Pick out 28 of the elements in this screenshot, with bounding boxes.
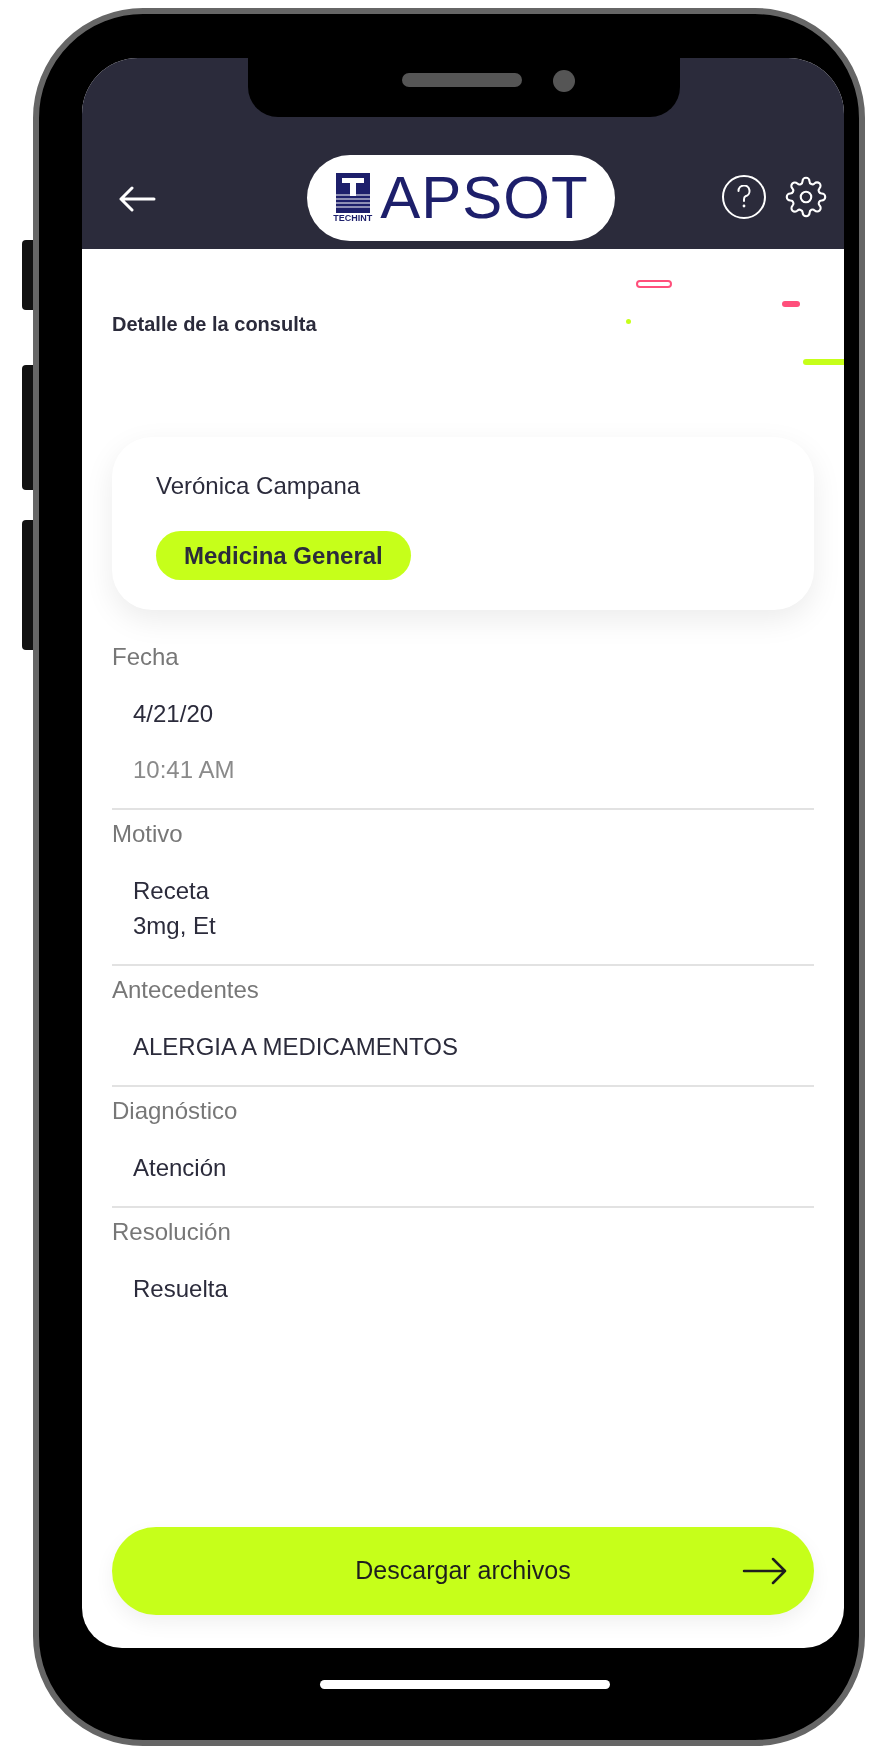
field-label: Motivo bbox=[112, 819, 184, 849]
field-label: Diagnóstico bbox=[112, 1096, 239, 1126]
field-value: Receta bbox=[133, 876, 211, 906]
field-value: 3mg, Et bbox=[133, 911, 217, 941]
field-label: Fecha bbox=[112, 642, 180, 672]
specialty-tag: Medicina General bbox=[156, 531, 411, 580]
arrow-right-icon bbox=[742, 1557, 788, 1585]
logo-text: APSOT bbox=[380, 168, 589, 228]
help-button[interactable] bbox=[722, 175, 766, 219]
field-time: 10:41 AM bbox=[133, 755, 236, 785]
field-label: Resolución bbox=[112, 1217, 232, 1247]
field-value: ALERGIA A MEDICAMENTOS bbox=[133, 1032, 459, 1062]
decoration-dash bbox=[636, 280, 672, 288]
field-value: 4/21/20 bbox=[133, 699, 215, 729]
logo-mark bbox=[335, 173, 370, 213]
field-value: Resuelta bbox=[133, 1274, 229, 1304]
decoration-dash bbox=[782, 301, 800, 307]
logo-subtext: TECHINT bbox=[333, 213, 373, 223]
settings-button[interactable] bbox=[784, 175, 828, 219]
page-title: Detalle de la consulta bbox=[112, 312, 317, 337]
settings-icon bbox=[785, 176, 827, 218]
back-arrow-icon bbox=[118, 186, 156, 212]
field-label: Antecedentes bbox=[112, 975, 260, 1005]
patient-name: Verónica Campana bbox=[156, 471, 362, 501]
help-icon bbox=[737, 185, 751, 209]
field-value: Atención bbox=[133, 1153, 228, 1183]
decoration-dash bbox=[803, 359, 844, 365]
download-button[interactable]: Descargar archivos bbox=[112, 1527, 814, 1615]
